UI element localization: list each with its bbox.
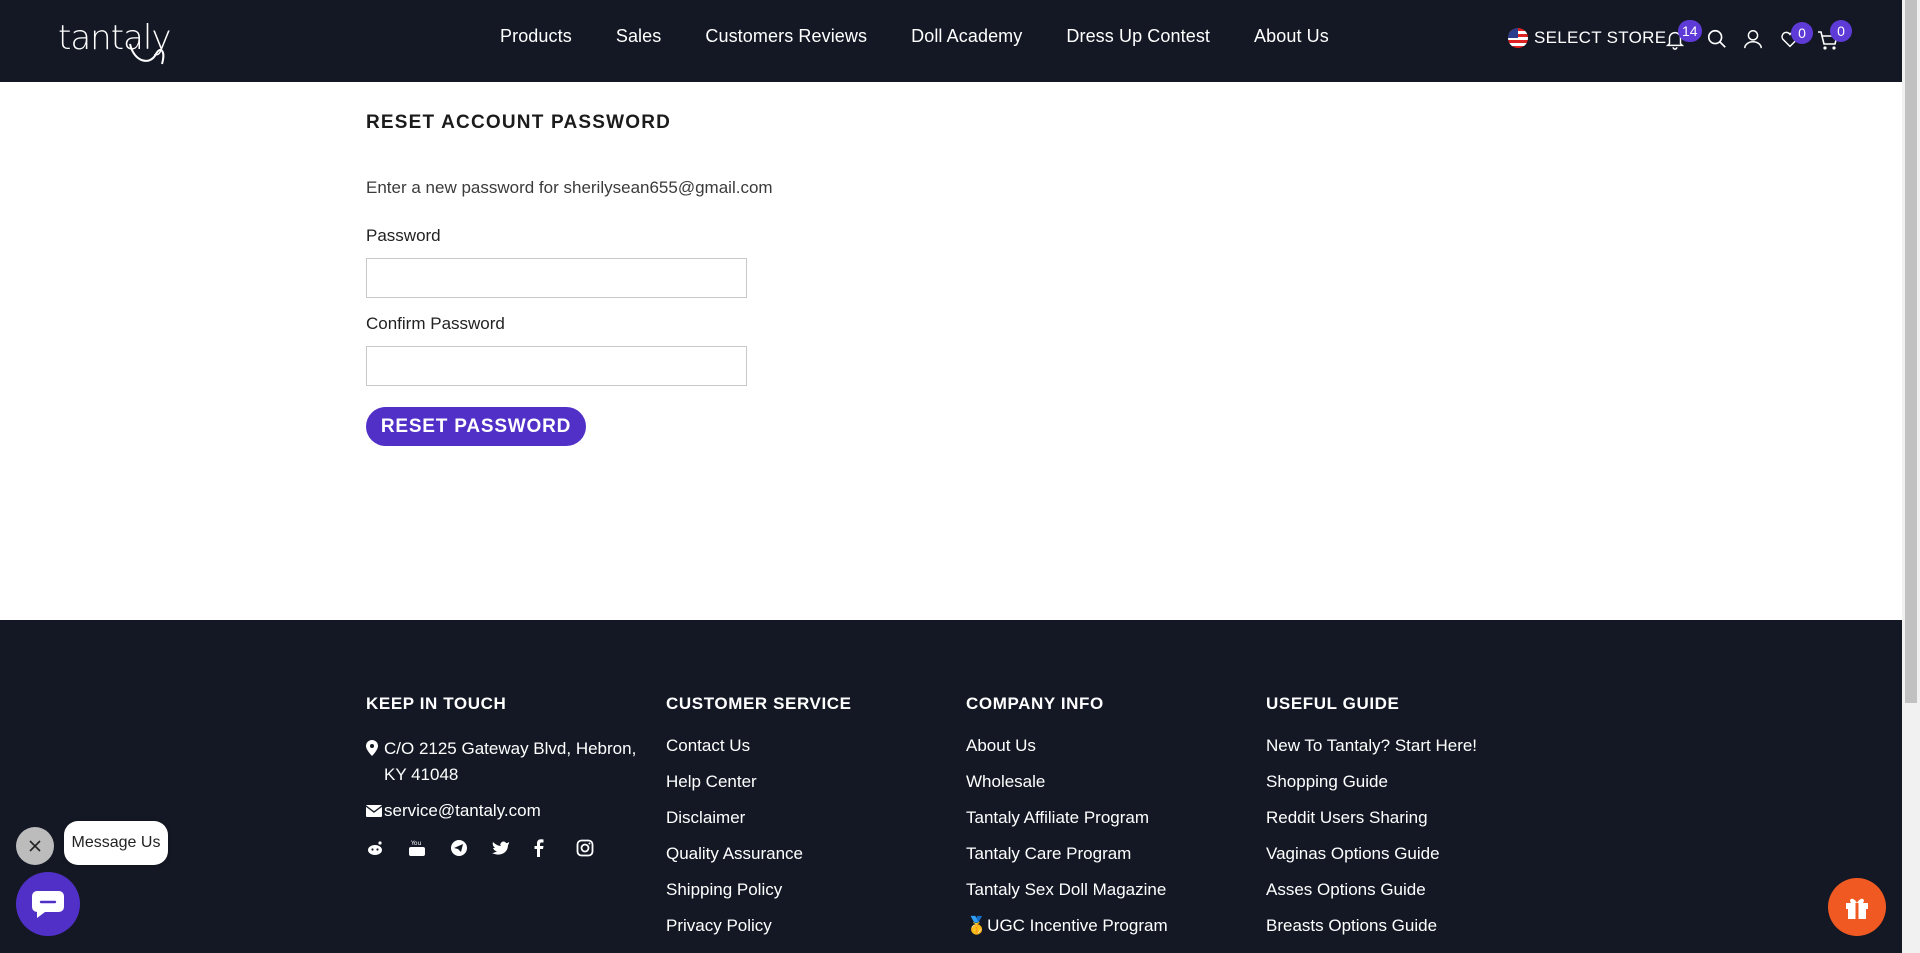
footer-link-start-here[interactable]: New To Tantaly? Start Here! <box>1266 736 1477 772</box>
envelope-icon <box>365 798 384 826</box>
youtube-icon[interactable]: You <box>408 836 450 860</box>
useful-guide-heading: USEFUL GUIDE <box>1266 694 1400 713</box>
email-text: service@tantaly.com <box>384 801 541 820</box>
instagram-icon[interactable] <box>576 836 618 860</box>
svg-text:You: You <box>410 840 422 847</box>
keep-in-touch-heading: KEEP IN TOUCH <box>366 694 507 713</box>
password-label: Password <box>366 226 441 245</box>
chat-icon <box>32 891 64 918</box>
search-icon <box>1707 29 1726 48</box>
footer-link-privacy-policy[interactable]: Privacy Policy <box>666 916 852 952</box>
footer-link-magazine[interactable]: Tantaly Sex Doll Magazine <box>966 880 1168 916</box>
cart-button[interactable]: 0 <box>1816 20 1852 52</box>
close-icon <box>29 840 41 852</box>
footer-link-shipping-policy[interactable]: Shipping Policy <box>666 880 852 916</box>
email-row[interactable]: service@tantaly.com <box>365 798 646 826</box>
customer-service-heading: CUSTOMER SERVICE <box>666 694 852 713</box>
password-input[interactable] <box>366 258 747 298</box>
site-footer: KEEP IN TOUCH C/O 2125 Gateway Blvd, Heb… <box>0 620 1902 953</box>
confirm-password-label: Confirm Password <box>366 314 505 333</box>
nav-sales[interactable]: Sales <box>616 26 662 47</box>
nav-doll-academy[interactable]: Doll Academy <box>911 26 1022 47</box>
footer-useful-guide: USEFUL GUIDE New To Tantaly? Start Here!… <box>1266 694 1477 952</box>
nav-products[interactable]: Products <box>500 26 572 47</box>
footer-link-quality-assurance[interactable]: Quality Assurance <box>666 844 852 880</box>
rewards-button[interactable] <box>1828 878 1886 936</box>
scrollbar-thumb[interactable] <box>1905 0 1917 703</box>
us-flag-icon <box>1508 28 1528 48</box>
twitter-icon[interactable] <box>492 836 534 860</box>
message-us-bubble[interactable]: Message Us <box>64 821 168 865</box>
reset-password-button[interactable]: RESET PASSWORD <box>366 407 586 446</box>
nav-about-us[interactable]: About Us <box>1254 26 1329 47</box>
social-links: You <box>366 836 646 860</box>
wishlist-button[interactable]: 0 <box>1779 22 1813 52</box>
footer-link-care-program[interactable]: Tantaly Care Program <box>966 844 1168 880</box>
facebook-icon[interactable] <box>534 836 576 860</box>
gift-icon <box>1846 898 1868 919</box>
main-nav: Products Sales Customers Reviews Doll Ac… <box>500 26 1373 47</box>
footer-customer-service: CUSTOMER SERVICE Contact Us Help Center … <box>666 694 852 952</box>
company-info-heading: COMPANY INFO <box>966 694 1104 713</box>
cart-badge: 0 <box>1830 20 1852 42</box>
notifications-badge: 14 <box>1678 20 1702 42</box>
select-store-button[interactable]: SELECT STORE <box>1508 28 1666 48</box>
user-icon <box>1744 30 1762 49</box>
footer-link-about-us[interactable]: About Us <box>966 736 1168 772</box>
telegram-icon[interactable] <box>450 836 492 860</box>
footer-link-vaginas-guide[interactable]: Vaginas Options Guide <box>1266 844 1477 880</box>
notifications-button[interactable]: 14 <box>1664 20 1702 52</box>
footer-company-info: COMPANY INFO About Us Wholesale Tantaly … <box>966 694 1168 952</box>
map-pin-icon <box>366 736 384 788</box>
reset-instructions: Enter a new password for sherilysean655@… <box>366 178 773 197</box>
site-header: tantaly Products Sales Customers Reviews… <box>0 0 1902 82</box>
footer-link-shopping-guide[interactable]: Shopping Guide <box>1266 772 1477 808</box>
account-button[interactable] <box>1742 28 1766 52</box>
nav-dress-up-contest[interactable]: Dress Up Contest <box>1066 26 1210 47</box>
reddit-icon[interactable] <box>366 836 408 860</box>
address-row: C/O 2125 Gateway Blvd, Hebron, KY 41048 <box>366 736 646 788</box>
footer-link-help-center[interactable]: Help Center <box>666 772 852 808</box>
page-scrollbar[interactable] <box>1902 0 1920 953</box>
nav-customers-reviews[interactable]: Customers Reviews <box>705 26 867 47</box>
footer-link-asses-guide[interactable]: Asses Options Guide <box>1266 880 1477 916</box>
page-title: RESET ACCOUNT PASSWORD <box>366 112 672 133</box>
address-text: C/O 2125 Gateway Blvd, Hebron, KY 41048 <box>384 739 637 784</box>
footer-link-ugc-incentive[interactable]: 🥇UGC Incentive Program <box>966 916 1168 952</box>
tantaly-logo[interactable]: tantaly <box>58 14 171 68</box>
wishlist-badge: 0 <box>1791 22 1813 44</box>
select-store-label: SELECT STORE <box>1534 28 1667 47</box>
footer-link-reddit-sharing[interactable]: Reddit Users Sharing <box>1266 808 1477 844</box>
footer-link-wholesale[interactable]: Wholesale <box>966 772 1168 808</box>
footer-link-affiliate-program[interactable]: Tantaly Affiliate Program <box>966 808 1168 844</box>
footer-link-disclaimer[interactable]: Disclaimer <box>666 808 852 844</box>
footer-link-breasts-guide[interactable]: Breasts Options Guide <box>1266 916 1477 952</box>
search-button[interactable] <box>1706 28 1730 52</box>
logo-swirl-icon <box>129 43 165 65</box>
footer-keep-in-touch: KEEP IN TOUCH C/O 2125 Gateway Blvd, Heb… <box>365 694 646 860</box>
chat-button[interactable] <box>16 872 80 936</box>
footer-link-contact-us[interactable]: Contact Us <box>666 736 852 772</box>
confirm-password-input[interactable] <box>366 346 747 386</box>
close-message-button[interactable] <box>16 827 54 865</box>
